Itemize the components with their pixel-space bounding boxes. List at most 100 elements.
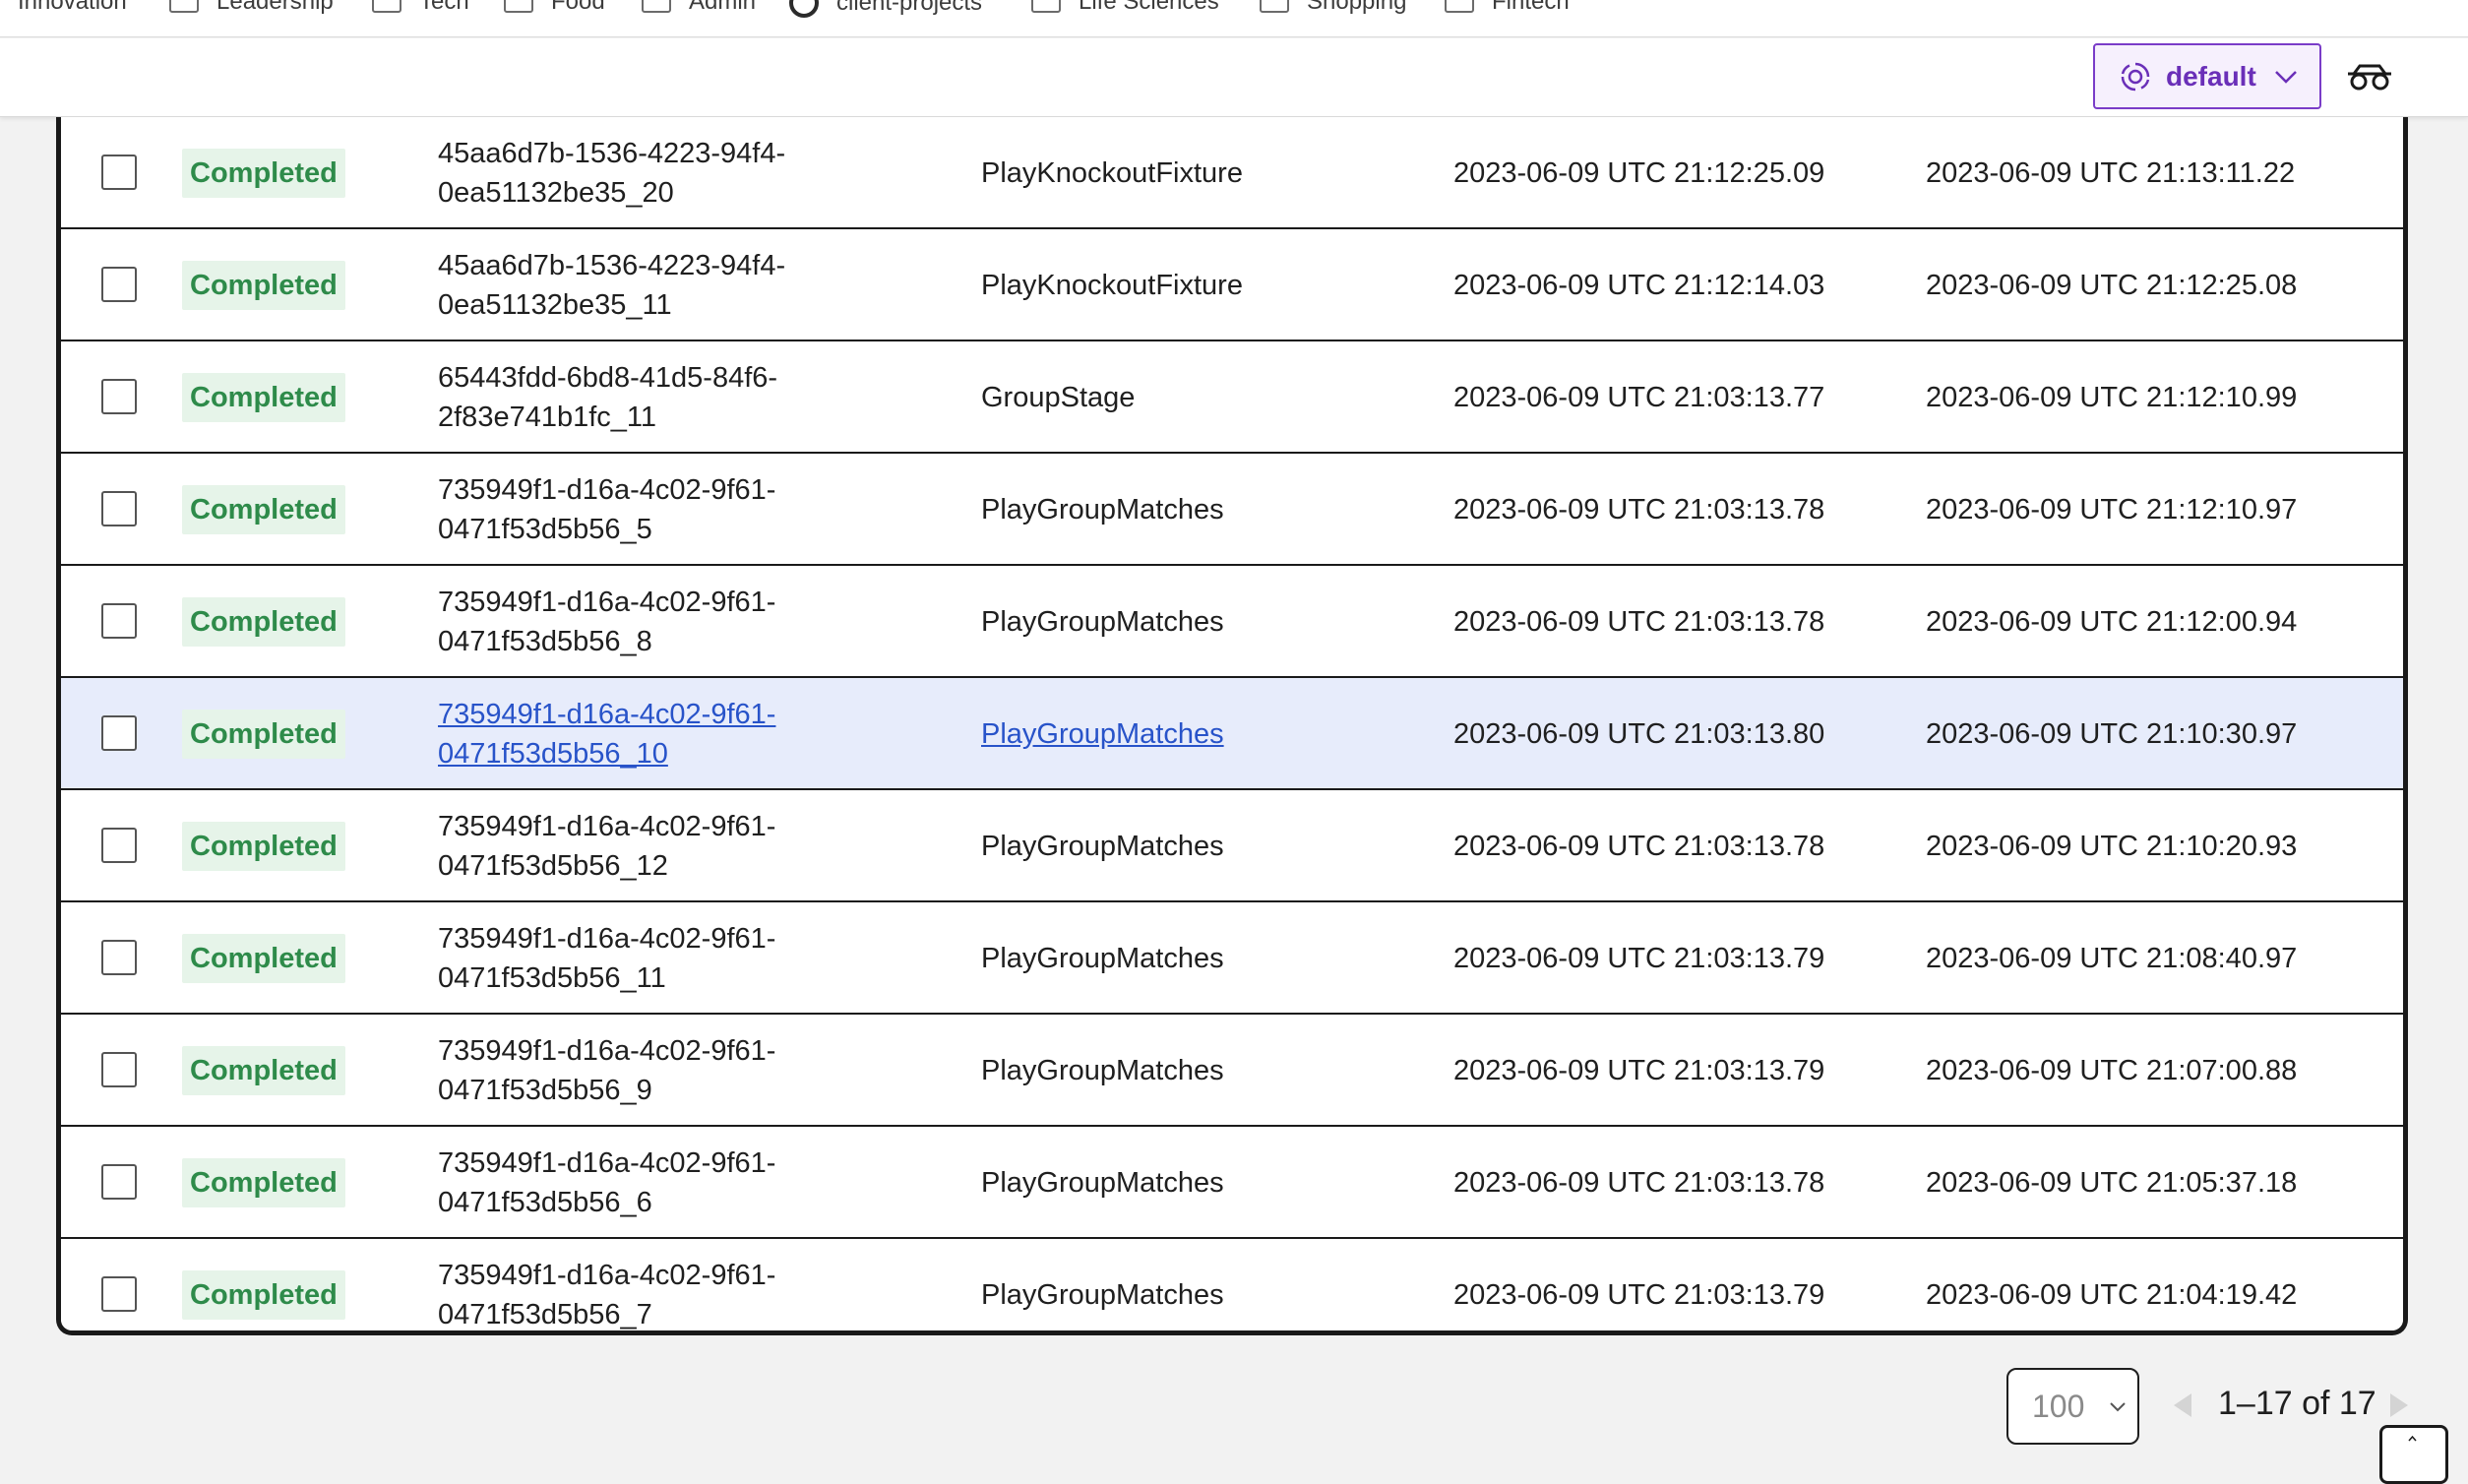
folder-icon <box>372 0 401 13</box>
row-checkbox[interactable] <box>101 1276 137 1312</box>
workflow-id[interactable]: 735949f1-d16a-4c02-9f61- 0471f53d5b56_7 <box>438 1256 871 1330</box>
chevron-down-icon <box>2274 70 2297 84</box>
bookmark-client-projects[interactable]: client-projects <box>789 0 982 18</box>
row-checkbox[interactable] <box>101 379 137 414</box>
workflow-type[interactable]: PlayGroupMatches <box>981 1051 1224 1090</box>
workflow-id[interactable]: 735949f1-d16a-4c02-9f61- 0471f53d5b56_12 <box>438 807 871 886</box>
table-row[interactable]: Completed 735949f1-d16a-4c02-9f61- 0471f5… <box>61 1127 2403 1239</box>
start-time: 2023-06-09 UTC 21:12:25.09 <box>1453 157 1825 189</box>
status-badge: Completed <box>182 934 345 983</box>
workflow-id[interactable]: 735949f1-d16a-4c02-9f61- 0471f53d5b56_11 <box>438 919 871 998</box>
workflow-type[interactable]: PlayGroupMatches <box>981 939 1224 978</box>
bookmark-label: Food <box>551 0 605 15</box>
table-row[interactable]: Completed 735949f1-d16a-4c02-9f61- 0471f5… <box>61 454 2403 566</box>
table-row-highlighted[interactable]: Completed 735949f1-d16a-4c02-9f61- 0471f5… <box>61 678 2403 790</box>
status-badge: Completed <box>182 1046 345 1095</box>
bookmark-innovation[interactable]: Innovation <box>0 0 127 16</box>
bookmark-admin[interactable]: Admin <box>642 0 756 16</box>
bookmark-label: Fintech <box>1492 0 1570 15</box>
end-time: 2023-06-09 UTC 21:13:11.22 <box>1926 157 2296 189</box>
start-time: 2023-06-09 UTC 21:03:13.78 <box>1453 494 1825 526</box>
bookmark-food[interactable]: Food <box>504 0 605 16</box>
workflow-id[interactable]: 45aa6d7b-1536-4223-94f4- 0ea51132be35_11 <box>438 246 871 325</box>
status-badge: Completed <box>182 822 345 871</box>
row-checkbox[interactable] <box>101 491 137 526</box>
bookmark-shopping[interactable]: Shopping <box>1260 0 1406 16</box>
app-header: default <box>0 38 2468 117</box>
table-row[interactable]: Completed 735949f1-d16a-4c02-9f61- 0471f5… <box>61 566 2403 678</box>
workflow-type[interactable]: PlayGroupMatches <box>981 1163 1224 1203</box>
start-time: 2023-06-09 UTC 21:03:13.79 <box>1453 1279 1825 1311</box>
status-badge: Completed <box>182 485 345 534</box>
folder-icon <box>169 0 199 13</box>
next-page-icon[interactable] <box>2386 1391 2412 1420</box>
workflow-type[interactable]: PlayGroupMatches <box>981 490 1224 529</box>
end-time: 2023-06-09 UTC 21:07:00.88 <box>1926 1055 2298 1086</box>
workflow-id[interactable]: 735949f1-d16a-4c02-9f61- 0471f53d5b56_5 <box>438 470 871 549</box>
end-time: 2023-06-09 UTC 21:08:40.97 <box>1926 943 2298 974</box>
end-time: 2023-06-09 UTC 21:04:19.42 <box>1926 1279 2298 1311</box>
status-badge: Completed <box>182 597 345 647</box>
workflow-type[interactable]: PlayKnockoutFixture <box>981 154 1243 193</box>
row-checkbox[interactable] <box>101 267 137 302</box>
row-checkbox[interactable] <box>101 940 137 975</box>
workflow-type-link[interactable]: PlayGroupMatches <box>981 714 1224 754</box>
status-badge: Completed <box>182 149 345 198</box>
row-checkbox[interactable] <box>101 828 137 863</box>
table-row[interactable]: Completed 45aa6d7b-1536-4223-94f4- 0ea511… <box>61 117 2403 229</box>
row-checkbox[interactable] <box>101 603 137 639</box>
bookmark-label: Innovation <box>18 0 127 15</box>
workflow-type[interactable]: GroupStage <box>981 378 1135 417</box>
row-checkbox[interactable] <box>101 715 137 751</box>
end-time: 2023-06-09 UTC 21:12:10.99 <box>1926 382 2298 413</box>
bookmark-fintech[interactable]: Fintech <box>1445 0 1570 16</box>
bookmark-leadership[interactable]: Leadership <box>169 0 334 16</box>
folder-icon <box>504 0 533 13</box>
table-row[interactable]: Completed 735949f1-d16a-4c02-9f61- 0471f5… <box>61 1015 2403 1127</box>
start-time: 2023-06-09 UTC 21:03:13.79 <box>1453 943 1825 974</box>
end-time: 2023-06-09 UTC 21:12:00.94 <box>1926 606 2298 638</box>
start-time: 2023-06-09 UTC 21:03:13.80 <box>1453 718 1825 750</box>
table-row[interactable]: Completed 735949f1-d16a-4c02-9f61- 0471f5… <box>61 1239 2403 1330</box>
end-time: 2023-06-09 UTC 21:12:25.08 <box>1926 270 2298 301</box>
workflow-id[interactable]: 45aa6d7b-1536-4223-94f4- 0ea51132be35_20 <box>438 134 871 213</box>
table-row[interactable]: Completed 65443fdd-6bd8-41d5-84f6- 2f83e7… <box>61 341 2403 454</box>
workflow-id[interactable]: 735949f1-d16a-4c02-9f61- 0471f53d5b56_6 <box>438 1144 871 1222</box>
start-time: 2023-06-09 UTC 21:03:13.79 <box>1453 1055 1825 1086</box>
workflow-id[interactable]: 735949f1-d16a-4c02-9f61- 0471f53d5b56_9 <box>438 1031 871 1110</box>
workflow-id[interactable]: 735949f1-d16a-4c02-9f61- 0471f53d5b56_8 <box>438 583 871 661</box>
table-row[interactable]: Completed 735949f1-d16a-4c02-9f61- 0471f5… <box>61 790 2403 902</box>
namespace-label: default <box>2166 60 2256 92</box>
bookmark-label: client-projects <box>836 0 983 16</box>
table-row[interactable]: Completed 735949f1-d16a-4c02-9f61- 0471f5… <box>61 902 2403 1015</box>
workflow-id[interactable]: 65443fdd-6bd8-41d5-84f6- 2f83e741b1fc_11 <box>438 358 871 437</box>
bookmark-label: Leadership <box>216 0 334 15</box>
bookmark-label: Admin <box>689 0 757 15</box>
row-checkbox[interactable] <box>101 1164 137 1200</box>
table-row[interactable]: Completed 45aa6d7b-1536-4223-94f4- 0ea511… <box>61 229 2403 341</box>
bookmark-life-sciences[interactable]: Life Sciences <box>1031 0 1219 16</box>
scroll-to-top-button[interactable] <box>2379 1425 2448 1484</box>
chevron-up-icon <box>2408 1435 2417 1442</box>
folder-icon <box>1260 0 1289 13</box>
glasses-icon[interactable] <box>2346 62 2393 92</box>
status-badge: Completed <box>182 373 345 422</box>
workflow-type[interactable]: PlayKnockoutFixture <box>981 266 1243 305</box>
bookmark-label: Tech <box>419 0 469 15</box>
namespace-selector-button[interactable]: default <box>2093 43 2321 109</box>
previous-page-icon[interactable] <box>2170 1391 2195 1420</box>
github-icon <box>789 0 819 18</box>
workflow-type[interactable]: PlayGroupMatches <box>981 827 1224 866</box>
row-checkbox[interactable] <box>101 1052 137 1087</box>
folder-icon <box>1445 0 1474 13</box>
end-time: 2023-06-09 UTC 21:05:37.18 <box>1926 1167 2298 1199</box>
page-size-select[interactable]: 100 <box>2006 1368 2139 1445</box>
workflow-type[interactable]: PlayGroupMatches <box>981 602 1224 642</box>
bookmark-label: Shopping <box>1307 0 1407 15</box>
row-checkbox[interactable] <box>101 155 137 190</box>
pagination-range: 1–17 of 17 <box>2218 1385 2376 1422</box>
bookmark-tech[interactable]: Tech <box>372 0 469 16</box>
workflow-type[interactable]: PlayGroupMatches <box>981 1275 1224 1315</box>
workflow-id-link[interactable]: 735949f1-d16a-4c02-9f61- 0471f53d5b56_10 <box>438 695 871 773</box>
status-badge: Completed <box>182 261 345 310</box>
